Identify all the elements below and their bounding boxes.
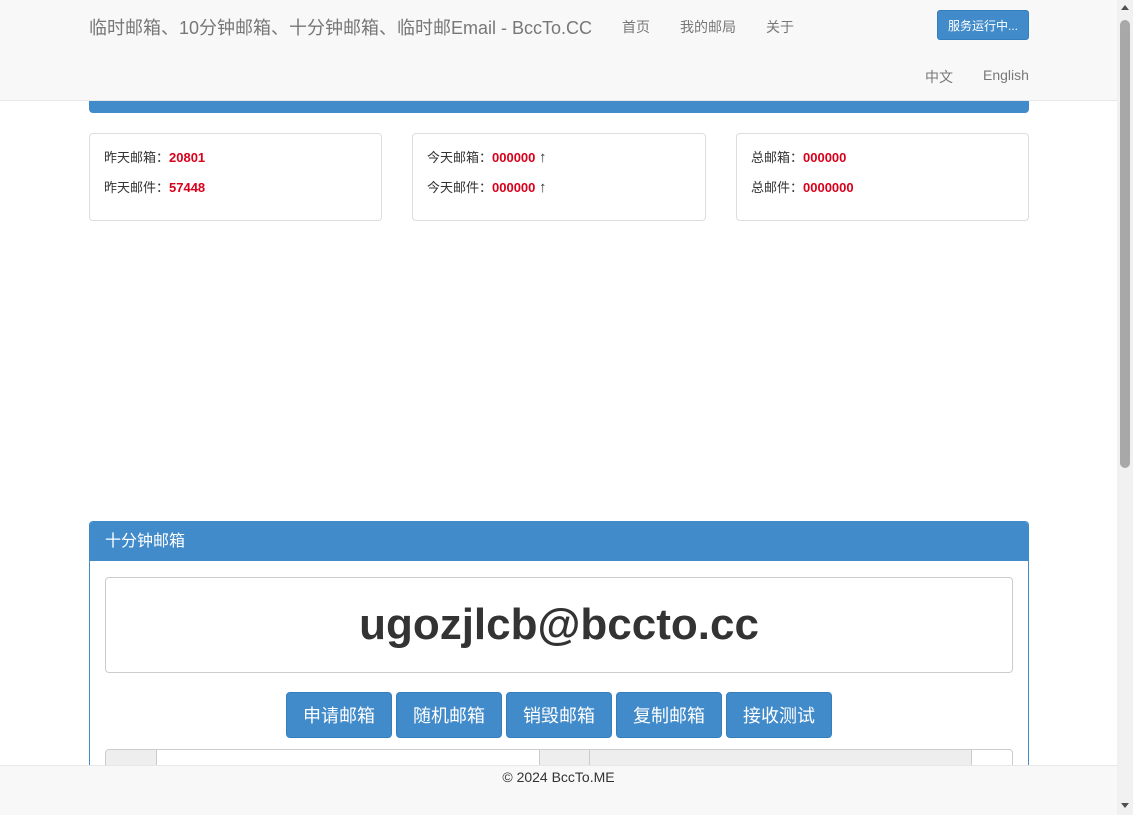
stat-row: 总邮箱：000000	[751, 149, 1014, 179]
apply-mailbox-button[interactable]: 申请邮箱	[286, 692, 392, 738]
receive-test-button[interactable]: 接收测试	[726, 692, 832, 738]
today-mail-count: 000000	[492, 180, 536, 195]
stat-row: 今天邮箱：000000 ↑	[427, 149, 691, 179]
lang-chinese[interactable]: 中文	[925, 67, 953, 87]
destroy-mailbox-button[interactable]: 销毁邮箱	[506, 692, 612, 738]
arrow-up-icon: ↑	[539, 179, 547, 196]
copy-mailbox-button[interactable]: 复制邮箱	[616, 692, 722, 738]
stat-label: 总邮箱：	[751, 150, 804, 165]
stat-label: 昨天邮件：	[104, 180, 170, 195]
yesterday-mail-count: 57448	[169, 180, 206, 195]
stat-label: 今天邮件：	[427, 180, 493, 195]
total-mail-count: 0000000	[803, 180, 854, 195]
stat-row: 昨天邮箱：20801	[104, 149, 367, 179]
stat-row: 今天邮件：000000 ↑	[427, 179, 691, 209]
yesterday-mailbox-count: 20801	[169, 150, 206, 165]
scroll-up-icon[interactable]	[1121, 5, 1129, 10]
footer: © 2024 BccTo.ME	[0, 765, 1117, 815]
stat-row: 总邮件：0000000	[751, 179, 1014, 209]
arrow-up-icon: ↑	[539, 149, 547, 166]
today-mailbox-count: 000000	[492, 150, 536, 165]
stats-today: 今天邮箱：000000 ↑ 今天邮件：000000 ↑	[412, 133, 706, 221]
nav-about[interactable]: 关于	[766, 17, 794, 37]
stats-yesterday: 昨天邮箱：20801 昨天邮件：57448	[89, 133, 382, 221]
copyright-text: © 2024 BccTo.ME	[502, 769, 615, 785]
stat-row: 昨天邮件：57448	[104, 179, 367, 209]
nav-my-mailbox[interactable]: 我的邮局	[680, 17, 736, 37]
random-mailbox-button[interactable]: 随机邮箱	[396, 692, 502, 738]
current-email-address[interactable]: ugozjlcb@bccto.cc	[359, 600, 759, 650]
site-brand[interactable]: 临时邮箱、10分钟邮箱、十分钟邮箱、临时邮Email - BccTo.CC	[89, 14, 592, 40]
scroll-down-icon[interactable]	[1121, 803, 1129, 808]
stats-total: 总邮箱：000000 总邮件：0000000	[736, 133, 1029, 221]
stat-label: 昨天邮箱：	[104, 150, 170, 165]
lang-english[interactable]: English	[983, 67, 1029, 83]
email-display: ugozjlcb@bccto.cc	[105, 577, 1013, 673]
page-scrollbar[interactable]	[1117, 0, 1133, 815]
stat-label: 总邮件：	[751, 180, 804, 195]
scrollbar-thumb[interactable]	[1120, 20, 1130, 468]
service-status-button[interactable]: 服务运行中...	[937, 10, 1029, 40]
navbar: 临时邮箱、10分钟邮箱、十分钟邮箱、临时邮Email - BccTo.CC 首页…	[0, 0, 1117, 101]
nav-home[interactable]: 首页	[622, 17, 650, 37]
stat-label: 今天邮箱：	[427, 150, 493, 165]
panel-title: 十分钟邮箱	[90, 522, 1028, 561]
page: 临时邮箱、10分钟邮箱、十分钟邮箱、临时邮Email - BccTo.CC 首页…	[0, 0, 1117, 815]
total-mailbox-count: 000000	[803, 150, 847, 165]
